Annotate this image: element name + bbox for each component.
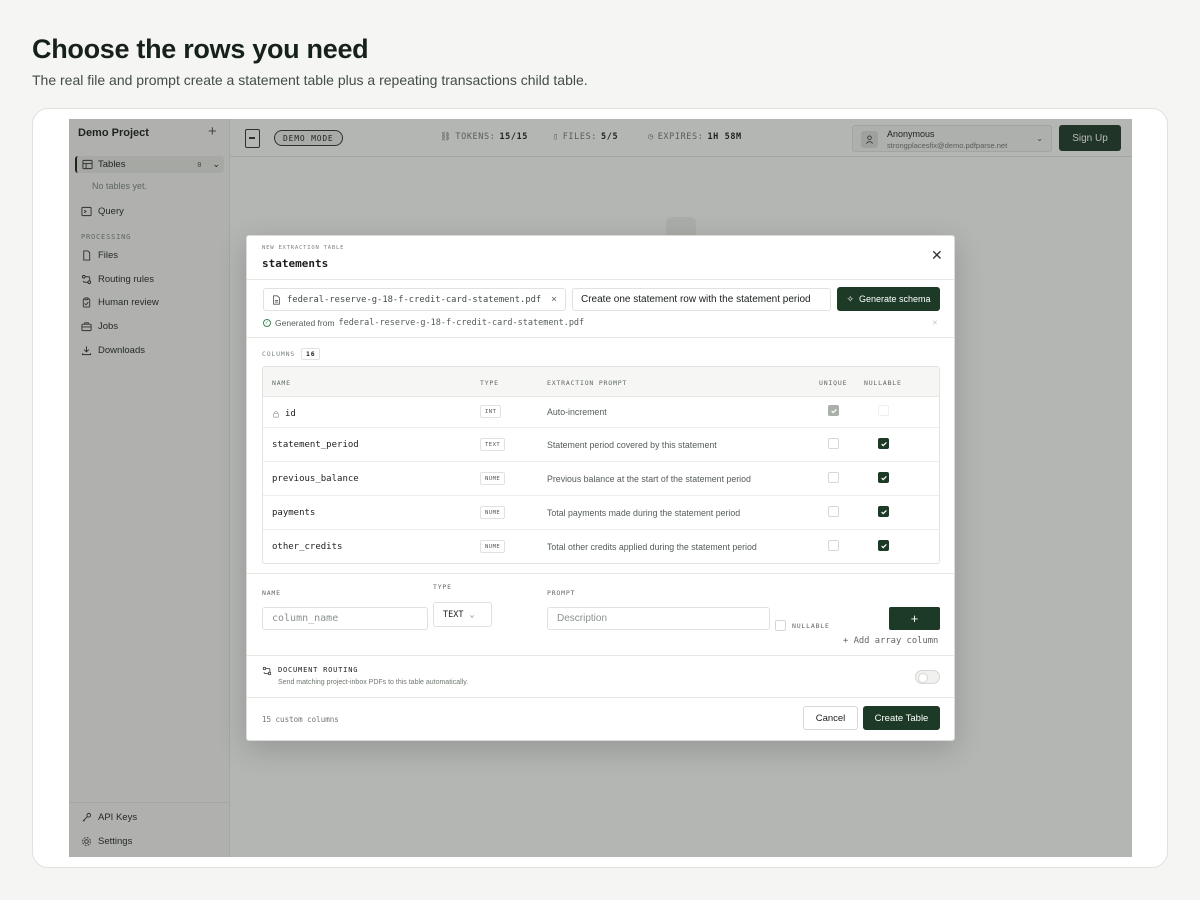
nullable-toggle[interactable]: NULLABLE (775, 620, 830, 631)
header-nullable: NULLABLE (864, 379, 902, 387)
divider (247, 697, 954, 698)
routing-subtitle: Send matching project-inbox PDFs to this… (278, 679, 469, 686)
table-row: payments NUME Total payments made during… (263, 496, 939, 530)
column-name[interactable]: other_credits (272, 542, 342, 552)
routing-icon (262, 666, 272, 676)
nullable-label: NULLABLE (792, 621, 830, 630)
divider (247, 279, 954, 280)
modal-title: statements (262, 257, 329, 270)
file-icon (273, 294, 280, 305)
column-prompt: Auto-increment (547, 407, 607, 417)
divider (247, 655, 954, 656)
description-input[interactable]: Description (547, 607, 770, 630)
column-name-text: id (285, 409, 296, 419)
unique-checkbox[interactable] (828, 540, 839, 551)
remove-file-icon[interactable]: × (551, 294, 557, 305)
nullable-checkbox[interactable] (775, 620, 786, 631)
nullable-checkbox[interactable] (878, 438, 889, 449)
nullable-checkbox[interactable] (878, 472, 889, 483)
columns-header: COLUMNS 16 (262, 348, 321, 360)
dismiss-note-icon[interactable]: ✕ (932, 319, 938, 327)
new-table-modal: NEW EXTRACTION TABLE statements ✕ federa… (246, 235, 955, 741)
divider (247, 337, 954, 338)
column-name: id (272, 409, 296, 419)
header-unique: UNIQUE (819, 379, 848, 387)
table-row: other_credits NUME Total other credits a… (263, 530, 939, 563)
generated-file: federal-reserve-g-18-f-credit-card-state… (338, 318, 585, 328)
prompt-field-label: PROMPT (547, 589, 576, 597)
type-badge: INT (480, 405, 502, 418)
routing-toggle[interactable] (915, 670, 940, 684)
type-badge[interactable]: NUME (480, 506, 506, 519)
unique-checkbox (828, 405, 839, 416)
modal-kicker: NEW EXTRACTION TABLE (262, 245, 345, 251)
columns-count-badge: 16 (301, 348, 321, 360)
create-table-button[interactable]: Create Table (863, 706, 940, 730)
type-badge[interactable]: TEXT (480, 438, 506, 451)
type-select-value: TEXT (443, 609, 464, 620)
routing-title: DOCUMENT ROUTING (278, 666, 359, 674)
header-prompt: EXTRACTION PROMPT (547, 379, 628, 387)
nullable-checkbox[interactable] (878, 506, 889, 517)
cancel-button[interactable]: Cancel (803, 706, 858, 730)
nullable-checkbox (878, 405, 889, 416)
generated-note: ✓ Generated from federal-reserve-g-18-f-… (263, 318, 584, 328)
header-name: NAME (272, 379, 291, 387)
column-name[interactable]: previous_balance (272, 474, 359, 484)
generate-label: Generate schema (859, 294, 931, 304)
column-prompt[interactable]: Total other credits applied during the s… (547, 542, 757, 552)
type-badge[interactable]: NUME (480, 540, 506, 553)
table-row: id INT Auto-increment (263, 397, 939, 428)
table-header: NAME TYPE EXTRACTION PROMPT UNIQUE NULLA… (263, 367, 939, 397)
magic-wand-icon: ✧ (846, 293, 854, 304)
lock-icon (273, 411, 279, 418)
column-prompt[interactable]: Statement period covered by this stateme… (547, 440, 717, 450)
column-name[interactable]: payments (272, 508, 315, 518)
unique-checkbox[interactable] (828, 506, 839, 517)
check-circle-icon: ✓ (263, 319, 271, 327)
generate-schema-button[interactable]: ✧ Generate schema (837, 287, 940, 311)
column-name-input[interactable]: column_name (262, 607, 428, 630)
file-chip: federal-reserve-g-18-f-credit-card-state… (263, 288, 566, 311)
columns-table: NAME TYPE EXTRACTION PROMPT UNIQUE NULLA… (262, 366, 940, 564)
close-icon[interactable]: ✕ (931, 247, 943, 264)
column-prompt[interactable]: Previous balance at the start of the sta… (547, 474, 751, 484)
prompt-input[interactable]: Create one statement row with the statem… (572, 288, 831, 311)
type-badge[interactable]: NUME (480, 472, 506, 485)
add-column-button[interactable]: + (889, 607, 940, 630)
table-row: statement_period TEXT Statement period c… (263, 428, 939, 462)
type-select[interactable]: TEXT ⌄ (433, 602, 492, 627)
columns-label: COLUMNS (262, 350, 295, 358)
column-prompt[interactable]: Total payments made during the statement… (547, 508, 740, 518)
file-name: federal-reserve-g-18-f-credit-card-state… (287, 294, 542, 305)
unique-checkbox[interactable] (828, 472, 839, 483)
hero-subtitle: The real file and prompt create a statem… (32, 72, 588, 88)
divider (247, 573, 954, 574)
name-field-label: NAME (262, 589, 281, 597)
column-name[interactable]: statement_period (272, 440, 359, 450)
table-row: previous_balance NUME Previous balance a… (263, 462, 939, 496)
header-type: TYPE (480, 379, 499, 387)
type-field-label: TYPE (433, 583, 452, 591)
custom-columns-count: 15 custom columns (262, 715, 339, 724)
add-array-column-link[interactable]: + Add array column (843, 636, 938, 646)
nullable-checkbox[interactable] (878, 540, 889, 551)
hero-title: Choose the rows you need (32, 34, 369, 64)
chevron-down-icon: ⌄ (469, 609, 475, 620)
generated-label: Generated from (275, 318, 335, 328)
unique-checkbox[interactable] (828, 438, 839, 449)
